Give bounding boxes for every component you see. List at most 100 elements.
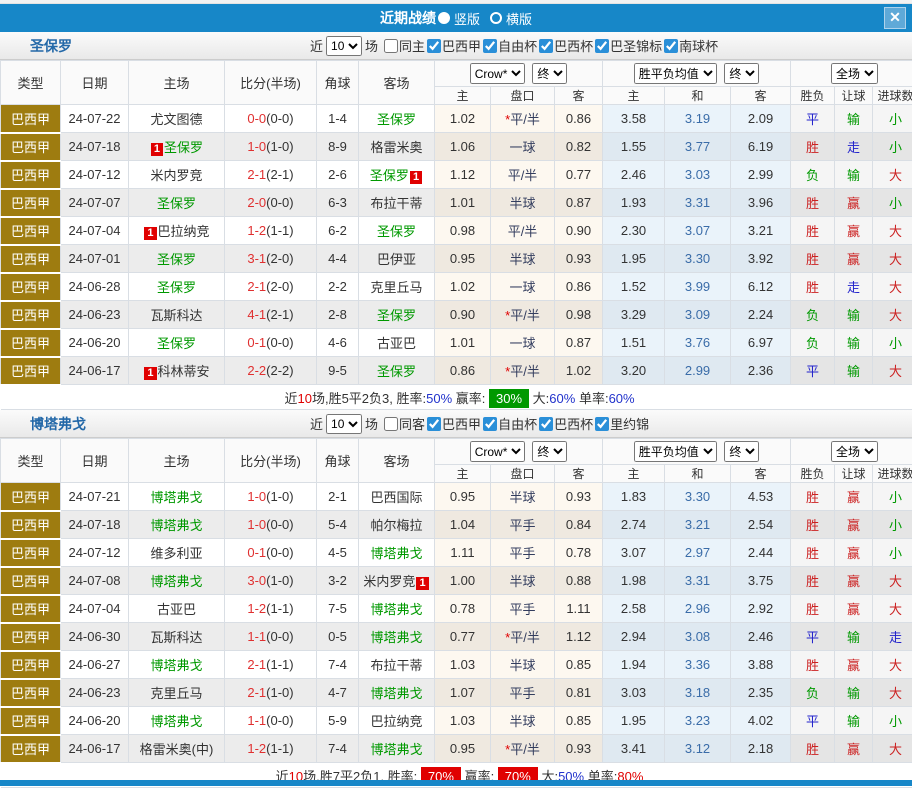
asia-home-odds-cell: 1.00: [435, 567, 491, 595]
layout-radio-vertical-label[interactable]: 竖版: [454, 9, 480, 28]
result-goals-cell: 小: [873, 483, 912, 511]
half-score: (1-0): [266, 489, 293, 504]
same-venue-checkbox[interactable]: [384, 39, 398, 53]
europe-away-odds-cell: 6.12: [731, 273, 791, 301]
result-group-header: 全场: [791, 439, 912, 465]
league-filters: 巴西甲自由杯巴西杯里约锦: [425, 414, 649, 433]
home-team-cell: 瓦斯科达: [129, 301, 225, 329]
red-card-badge: 1: [144, 367, 156, 380]
date-cell: 24-07-22: [61, 105, 129, 133]
col-header-away: 客场: [359, 61, 435, 105]
away-team-cell: 布拉干蒂: [359, 189, 435, 217]
result-goals-cell: 大: [873, 735, 912, 763]
asia-company-select[interactable]: Crow*: [470, 441, 525, 462]
league-checkbox[interactable]: [595, 39, 609, 53]
asia-handicap-cell: 平/半: [491, 161, 555, 189]
europe-average-select[interactable]: 胜平负均值: [634, 63, 717, 84]
date-cell: 24-07-12: [61, 539, 129, 567]
europe-draw-odds-cell: 3.23: [665, 707, 731, 735]
europe-away-odds-cell: 3.75: [731, 567, 791, 595]
team-label: 克里丘马: [150, 686, 202, 701]
match-count-select[interactable]: 10: [326, 36, 362, 56]
table-row: 巴西甲24-07-22尤文图德0-0(0-0)1-4圣保罗1.02*平/半0.8…: [1, 105, 912, 133]
asia-time-select[interactable]: 终: [532, 63, 567, 84]
away-team-cell: 博塔弗戈: [359, 539, 435, 567]
result-goals-cell: 大: [873, 217, 912, 245]
asia-home-odds-cell: 0.90: [435, 301, 491, 329]
half-score: (1-0): [266, 573, 293, 588]
result-wdl-cell: 胜: [791, 483, 835, 511]
home-team-cell: 博塔弗戈: [129, 567, 225, 595]
asia-home-odds-cell: 1.02: [435, 273, 491, 301]
asia-home-odds-cell: 1.11: [435, 539, 491, 567]
result-goals-cell: 走: [873, 623, 912, 651]
team-label: 维多利亚: [150, 546, 202, 561]
league-checkbox[interactable]: [539, 39, 553, 53]
asia-handicap-cell: 一球: [491, 273, 555, 301]
asia-away-odds-cell: 0.81: [555, 679, 603, 707]
team-section: 博塔弗戈 近 10 场 同客 巴西甲自由杯巴西杯里约锦 类型 日期: [0, 410, 912, 788]
league-checkbox[interactable]: [427, 39, 441, 53]
team-label: 圣保罗: [377, 112, 416, 127]
same-venue-checkbox[interactable]: [384, 417, 398, 431]
europe-away-odds-cell: 3.88: [731, 651, 791, 679]
score-cell: 2-1(2-1): [225, 161, 317, 189]
asia-time-select[interactable]: 终: [532, 441, 567, 462]
subcol-asia-home: 主: [435, 87, 491, 105]
score-cell: 1-2(1-1): [225, 735, 317, 763]
asia-handicap-cell: *平/半: [491, 735, 555, 763]
league-filter: 巴西甲: [425, 417, 481, 432]
match-count-select[interactable]: 10: [326, 414, 362, 434]
europe-time-select[interactable]: 终: [724, 63, 759, 84]
corner-cell: 2-6: [317, 161, 359, 189]
half-score: (1-1): [266, 657, 293, 672]
corner-cell: 4-7: [317, 679, 359, 707]
table-row: 巴西甲24-06-171科林蒂安2-2(2-2)9-5圣保罗0.86*平/半1.…: [1, 357, 912, 385]
home-team-cell: 圣保罗: [129, 245, 225, 273]
result-goals-cell: 大: [873, 301, 912, 329]
scope-select[interactable]: 全场: [831, 63, 878, 84]
asia-home-odds-cell: 0.95: [435, 245, 491, 273]
result-goals-cell: 大: [873, 595, 912, 623]
score-cell: 2-1(2-0): [225, 273, 317, 301]
league-checkbox[interactable]: [664, 39, 678, 53]
table-row: 巴西甲24-06-23克里丘马2-1(1-0)4-7博塔弗戈1.07平手0.81…: [1, 679, 912, 707]
score-cell: 2-2(2-2): [225, 357, 317, 385]
result-handicap-cell: 赢: [835, 511, 873, 539]
europe-time-select[interactable]: 终: [724, 441, 759, 462]
scope-select[interactable]: 全场: [831, 441, 878, 462]
league-checkbox[interactable]: [539, 417, 553, 431]
close-icon[interactable]: ✕: [884, 7, 906, 29]
layout-radio-horizontal[interactable]: [490, 12, 502, 24]
league-checkbox[interactable]: [427, 417, 441, 431]
asia-odds-group-header: Crow* 终: [435, 439, 603, 465]
europe-home-odds-cell: 2.46: [603, 161, 665, 189]
team-label: 圣保罗: [370, 168, 409, 183]
asia-home-odds-cell: 0.98: [435, 217, 491, 245]
table-head: 类型 日期 主场 比分(半场) 角球 客场 Crow* 终 胜平负均值 终: [1, 61, 912, 105]
subcol-result-goals: 进球数: [873, 465, 912, 483]
layout-radio-vertical[interactable]: [438, 12, 450, 24]
europe-odds-group-header: 胜平负均值 终: [603, 61, 791, 87]
europe-draw-odds-cell: 3.30: [665, 245, 731, 273]
full-score: 0-1: [247, 545, 266, 560]
europe-draw-odds-cell: 3.31: [665, 567, 731, 595]
half-score: (0-0): [266, 545, 293, 560]
page-title: 近期战绩: [380, 8, 436, 28]
result-goals-cell: 小: [873, 329, 912, 357]
col-header-home: 主场: [129, 439, 225, 483]
league-checkbox[interactable]: [483, 39, 497, 53]
half-score: (2-0): [266, 251, 293, 266]
europe-average-select[interactable]: 胜平负均值: [634, 441, 717, 462]
europe-home-odds-cell: 2.94: [603, 623, 665, 651]
asia-company-select[interactable]: Crow*: [470, 63, 525, 84]
league-cell: 巴西甲: [1, 651, 61, 679]
team-label: 博塔弗戈: [150, 518, 202, 533]
league-checkbox[interactable]: [483, 417, 497, 431]
corner-cell: 4-6: [317, 329, 359, 357]
result-goals-cell: 小: [873, 707, 912, 735]
layout-radio-horizontal-label[interactable]: 横版: [506, 9, 532, 28]
team-name: 圣保罗: [30, 36, 72, 56]
league-checkbox[interactable]: [595, 417, 609, 431]
asia-away-odds-cell: 0.84: [555, 511, 603, 539]
